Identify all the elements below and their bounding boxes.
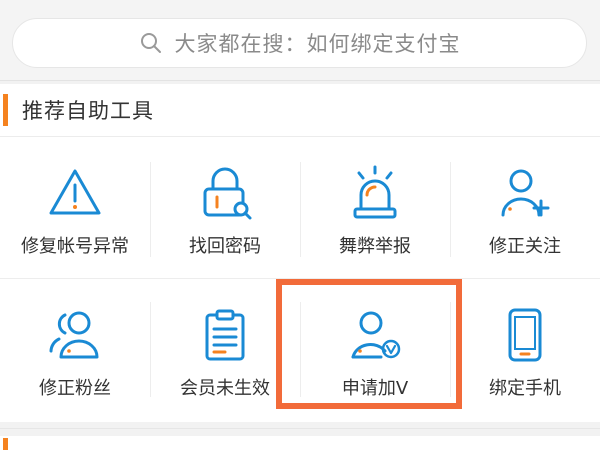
divider: [300, 302, 301, 397]
tool-label: 修复帐号异常: [21, 236, 129, 257]
divider: [450, 302, 451, 397]
search-icon: [140, 33, 161, 53]
tool-label: 舞弊举报: [339, 236, 411, 257]
tool-recover-password[interactable]: 找回密码: [150, 137, 300, 277]
page: 大家都在搜：如何绑定支付宝 推荐自助工具 修复帐号异常 找回密码 舞弊举报 修正…: [0, 0, 600, 450]
section-header: 推荐自助工具: [0, 84, 600, 137]
tool-apply-verified[interactable]: 申请加V: [300, 279, 450, 419]
tool-membership-inactive[interactable]: 会员未生效: [150, 279, 300, 419]
divider: [150, 302, 151, 397]
tool-label: 修正粉丝: [39, 378, 111, 399]
search-bar-container: 大家都在搜：如何绑定支付宝: [0, 0, 600, 81]
alarm-light-icon: [353, 165, 397, 219]
section-title: 推荐自助工具: [22, 99, 154, 123]
clipboard-icon: [205, 309, 245, 361]
tool-label: 申请加V: [341, 378, 409, 399]
tool-label: 修正关注: [489, 236, 561, 257]
tool-repair-account[interactable]: 修复帐号异常: [0, 137, 150, 277]
next-section-header: [0, 436, 600, 450]
tool-fraud-report[interactable]: 舞弊举报: [300, 137, 450, 277]
section-accent-bar: [3, 438, 8, 450]
lock-search-icon: [203, 167, 252, 220]
divider: [300, 162, 301, 257]
search-input[interactable]: 大家都在搜：如何绑定支付宝: [12, 18, 587, 68]
divider: [150, 162, 151, 257]
tool-label: 绑定手机: [489, 378, 561, 399]
user-add-icon: [501, 169, 550, 217]
users-group-icon: [49, 311, 99, 359]
tool-label: 会员未生效: [180, 378, 270, 399]
section-accent-bar: [3, 94, 8, 126]
divider: [0, 278, 600, 279]
divider: [450, 162, 451, 257]
mobile-phone-icon: [508, 308, 542, 362]
search-placeholder-text: 大家都在搜：如何绑定支付宝: [174, 32, 461, 56]
tool-fix-following[interactable]: 修正关注: [450, 137, 600, 277]
tool-bind-phone[interactable]: 绑定手机: [450, 279, 600, 419]
tools-grid: 修复帐号异常 找回密码 舞弊举报 修正关注 修正粉丝 会员未生效 申请加V 绑定…: [0, 137, 600, 422]
warning-triangle-icon: [49, 169, 101, 215]
tool-fix-fans[interactable]: 修正粉丝: [0, 279, 150, 419]
tool-label: 找回密码: [189, 236, 261, 257]
user-verified-icon: [351, 311, 401, 359]
